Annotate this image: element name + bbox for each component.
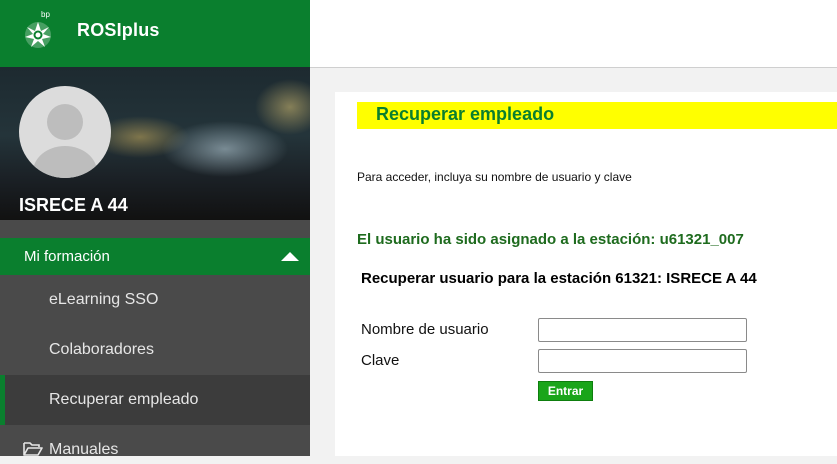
sidebar: bp ROSIplus ISRECE A 44 Mi formación eLe…: [0, 0, 310, 458]
folder-open-icon: [23, 441, 43, 462]
active-indicator: [0, 375, 5, 425]
svg-text:bp: bp: [41, 10, 50, 19]
avatar[interactable]: [19, 86, 111, 178]
sidebar-item-manuales[interactable]: Manuales: [0, 434, 310, 464]
sidebar-item-label: Colaboradores: [49, 341, 154, 358]
bp-logo-icon: bp: [22, 9, 56, 51]
page-title: Recuperar empleado: [376, 104, 555, 124]
app-title: ROSIplus: [77, 20, 160, 40]
sidebar-section-mi-formacion[interactable]: Mi formación: [0, 238, 310, 275]
assigned-message: El usuario ha sido asignado a la estació…: [357, 231, 744, 248]
entrar-button[interactable]: Entrar: [538, 381, 593, 401]
username-field[interactable]: [538, 318, 747, 342]
password-field[interactable]: [538, 349, 747, 373]
sidebar-item-label: Recuperar empleado: [49, 391, 199, 408]
password-label: Clave: [361, 352, 400, 369]
sidebar-item-colaboradores[interactable]: Colaboradores: [0, 325, 310, 375]
brand-header: bp ROSIplus: [0, 0, 310, 67]
user-silhouette-icon: [33, 104, 97, 178]
content-card: Recuperar empleado Para acceder, incluya…: [335, 92, 837, 456]
profile-name: ISRECE A 44: [19, 195, 128, 215]
sidebar-item-recuperar-empleado[interactable]: Recuperar empleado: [0, 375, 310, 425]
instruction-text: Para acceder, incluya su nombre de usuar…: [357, 170, 632, 184]
sidebar-item-elearning-sso[interactable]: eLearning SSO: [0, 275, 310, 325]
top-bar: [310, 0, 837, 68]
profile-banner: ISRECE A 44: [0, 67, 310, 220]
sidebar-item-label: eLearning SSO: [49, 291, 159, 308]
sidebar-section-label: Mi formación: [24, 248, 110, 265]
page-title-bar: Recuperar empleado: [357, 102, 837, 129]
recover-heading: Recuperar usuario para la estación 61321…: [361, 270, 757, 287]
chevron-up-icon: [281, 252, 299, 261]
sidebar-item-label: Manuales: [49, 441, 119, 458]
username-label: Nombre de usuario: [361, 321, 489, 338]
